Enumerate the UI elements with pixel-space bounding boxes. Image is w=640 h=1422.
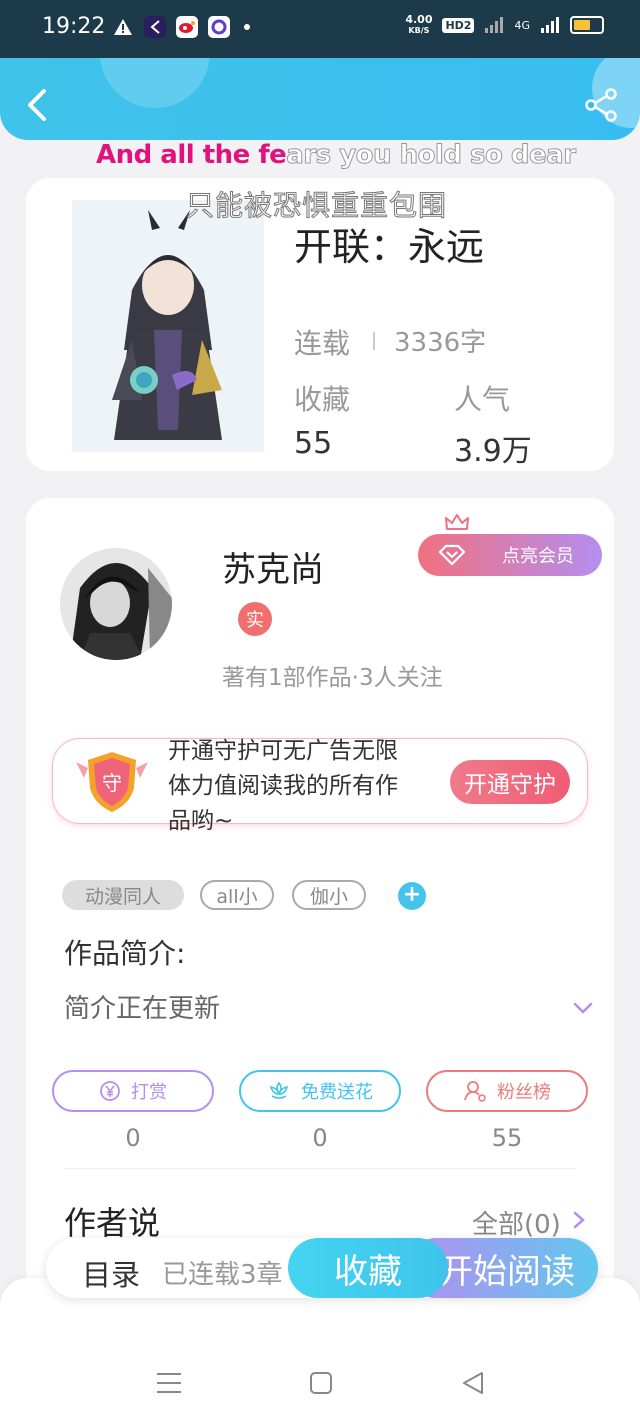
hd-badge: HD2	[442, 17, 475, 33]
tip-count: 0	[125, 1124, 141, 1152]
share-button[interactable]	[584, 88, 618, 122]
lyric-line-chinese: 只能被恐惧重重包围	[185, 189, 448, 223]
diamond-icon	[438, 544, 466, 566]
collect-value: 55	[294, 426, 333, 461]
author-card: 苏克尚 实 著有1部作品·3人关注 点亮会员 守 开通守护可无广告无限体力值阅读…	[26, 498, 614, 1298]
avatar-image	[60, 548, 172, 660]
favorite-button[interactable]: 收藏	[288, 1238, 448, 1298]
fan-ranking-label: 粉丝榜	[497, 1082, 551, 1103]
tag-item[interactable]: 伽小	[292, 880, 366, 910]
tag-item[interactable]: all小	[200, 880, 274, 910]
status-time: 19:22	[42, 14, 106, 39]
verified-badge: 实	[238, 602, 272, 636]
notification-icons	[112, 16, 250, 38]
guard-text: 开通守护可无广告无限体力值阅读我的所有作品哟~	[168, 738, 398, 834]
weibo-icon	[176, 16, 198, 38]
collect-label: 收藏	[294, 383, 351, 416]
intro-title: 作品简介:	[64, 937, 186, 970]
app-icon	[144, 16, 166, 38]
author-avatar[interactable]	[60, 548, 172, 660]
net-speed-value: 4.00	[405, 13, 433, 26]
author-meta: 著有1部作品·3人关注	[222, 665, 443, 691]
expand-chevron-icon[interactable]	[572, 1000, 594, 1016]
fan-count: 55	[491, 1124, 523, 1152]
send-flower-label: 免费送花	[301, 1082, 373, 1103]
cover-illustration	[72, 200, 264, 452]
send-flower-button[interactable]: 免费送花	[239, 1070, 401, 1112]
warning-icon	[112, 16, 134, 38]
serial-status-label: 连载	[294, 327, 351, 360]
add-tag-button[interactable]: +	[398, 882, 426, 910]
guard-shield-icon: 守	[76, 752, 148, 812]
book-title: 开联：永远	[294, 225, 485, 269]
tip-button[interactable]: 打赏	[52, 1070, 214, 1112]
status-right: 4.00 KB/S HD2 4G	[405, 14, 604, 36]
yen-icon	[100, 1081, 120, 1101]
battery-icon	[570, 16, 604, 34]
home-nav-icon[interactable]	[306, 1370, 336, 1396]
back-button[interactable]	[22, 88, 52, 122]
flower-count: 0	[312, 1124, 328, 1152]
signal-4g-icon	[541, 17, 559, 33]
net-speed-unit: KB/S	[408, 26, 430, 35]
net-speed: 4.00 KB/S	[405, 14, 432, 36]
author-says-all-link[interactable]: 全部(0)	[472, 1204, 561, 1241]
favorite-label: 收藏	[334, 1251, 402, 1292]
lyric-sung-part: And all the fe	[96, 140, 287, 170]
user-icon	[464, 1081, 486, 1102]
chevron-right-icon[interactable]	[572, 1210, 586, 1230]
book-cover[interactable]	[72, 200, 264, 452]
lyric-unsung-part: ars you hold so dear	[286, 140, 577, 171]
tip-label: 打赏	[131, 1082, 167, 1103]
browser-icon	[208, 16, 230, 38]
fan-ranking-button[interactable]: 粉丝榜	[426, 1070, 588, 1112]
separator	[373, 332, 375, 350]
signal-icon	[485, 17, 504, 33]
network-type: 4G	[514, 18, 530, 32]
crown-icon	[445, 514, 469, 530]
menu-nav-icon[interactable]	[154, 1370, 184, 1396]
guard-shield-char: 守	[102, 771, 122, 795]
open-guard-button[interactable]: 开通守护	[450, 760, 570, 804]
chapter-count[interactable]: 已连载3章	[162, 1254, 283, 1291]
tag-item[interactable]: 动漫同人	[62, 880, 184, 910]
intro-text: 简介正在更新	[64, 994, 221, 1024]
back-nav-icon[interactable]	[458, 1370, 488, 1396]
flower-icon	[269, 1081, 289, 1099]
word-count: 3336字	[394, 328, 487, 358]
start-reading-label: 开始阅读	[439, 1251, 575, 1292]
divider	[64, 1168, 576, 1169]
popularity-value: 3.9万	[454, 434, 532, 469]
vip-button-label: 点亮会员	[502, 546, 574, 567]
more-dot-icon	[244, 24, 250, 30]
toc-button[interactable]: 目录	[82, 1252, 140, 1294]
author-name: 苏克尚	[222, 550, 324, 590]
lyric-line-english: And all the fears you hold so dear	[96, 140, 577, 171]
popularity-label: 人气	[454, 383, 511, 416]
vip-button[interactable]: 点亮会员	[418, 534, 602, 576]
system-nav-area	[0, 1278, 640, 1422]
status-bar: 19:22 4.00 KB/S HD2 4G	[0, 0, 640, 58]
top-header	[0, 58, 640, 140]
